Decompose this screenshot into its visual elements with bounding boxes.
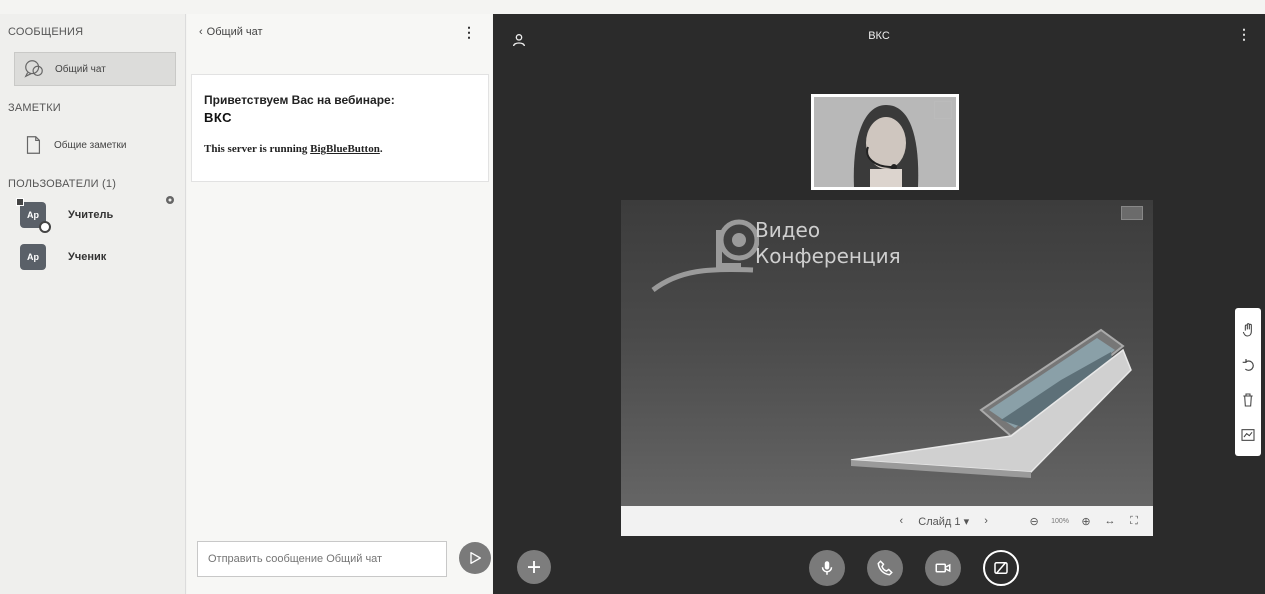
presentation-toolbar: ‹ Слайд 1 ▾ › ⊖ 100% ⊕ ↔ ⛶ — [621, 506, 1153, 536]
media-controls — [809, 550, 1019, 586]
presentation-slide: Видео Конференция ‹ Слайд 1 ▾ › ⊖ 100% ⊕… — [621, 200, 1153, 536]
left-sidebar: СООБЩЕНИЯ Общий чат ЗАМЕТКИ Общие заметк… — [0, 14, 186, 594]
next-slide-icon[interactable]: › — [979, 515, 993, 527]
actions-plus-button[interactable] — [517, 550, 551, 584]
notes-section-title: ЗАМЕТКИ — [8, 102, 61, 114]
options-menu-icon[interactable]: ⋮ — [1237, 26, 1251, 43]
chevron-left-icon: ‹ — [199, 26, 203, 38]
sidebar-item-label: Общий чат — [55, 63, 106, 75]
send-button[interactable] — [459, 542, 491, 574]
sidebar-item-shared-notes[interactable]: Общие заметки — [14, 128, 176, 162]
trash-icon[interactable] — [1240, 392, 1256, 408]
user-list-item[interactable]: Ар Учитель — [16, 198, 114, 233]
user-name: Учитель — [68, 209, 114, 221]
whiteboard-toolbar — [1235, 308, 1261, 456]
chat-back-button[interactable]: ‹ Общий чат — [199, 26, 263, 38]
sidebar-item-public-chat[interactable]: Общий чат — [14, 52, 176, 86]
send-icon — [470, 552, 481, 564]
welcome-server-info: This server is running BigBlueButton. — [204, 143, 476, 155]
screenshare-button[interactable] — [983, 550, 1019, 586]
user-name: Ученик — [68, 251, 107, 263]
welcome-message: Приветствуем Вас на вебинаре: ВКС This s… — [191, 74, 489, 182]
user-list-item[interactable]: Ар Ученик — [20, 242, 106, 272]
meeting-title: ВКС — [868, 30, 890, 42]
chat-message-input[interactable] — [197, 541, 447, 577]
fullscreen-icon[interactable]: ⛶ — [1127, 515, 1141, 528]
phone-icon — [877, 560, 893, 576]
slide-selector-label: Слайд 1 — [918, 515, 961, 528]
laptop-image — [850, 328, 1132, 478]
chat-header: ‹ Общий чат ⋮ — [187, 14, 492, 54]
whiteboard-icon[interactable] — [1240, 427, 1256, 443]
plus-icon — [528, 561, 540, 573]
previous-slide-icon[interactable]: ‹ — [894, 515, 908, 527]
slide-options-button[interactable] — [1121, 206, 1143, 220]
avatar: Ар — [16, 198, 51, 233]
messages-section-title: СООБЩЕНИЯ — [8, 26, 84, 38]
phone-button[interactable] — [867, 550, 903, 586]
server-info-period: . — [379, 143, 383, 155]
microphone-button[interactable] — [809, 550, 845, 586]
slide-selector[interactable]: Слайд 1 ▾ — [918, 515, 969, 528]
camera-icon — [935, 563, 951, 573]
zoom-out-icon[interactable]: ⊖ — [1027, 515, 1041, 528]
hand-icon[interactable] — [1240, 322, 1256, 338]
notes-icon — [26, 136, 41, 154]
avatar-initials: Ар — [27, 252, 39, 262]
chat-title: Общий чат — [206, 26, 263, 38]
fullscreen-icon[interactable] — [934, 101, 952, 119]
webcam-video[interactable] — [811, 94, 959, 190]
camera-button[interactable] — [925, 550, 961, 586]
bigbluebutton-link[interactable]: BigBlueButton — [310, 143, 380, 155]
videoconference-logo-icon — [651, 219, 759, 292]
server-info-text: This server is running — [204, 143, 311, 155]
main-stage: ВКС ⋮ Видео Конференция ‹ Слайд 1 ▾ › ⊖ … — [493, 14, 1265, 594]
avatar: Ар — [20, 244, 46, 270]
sidebar-item-label: Общие заметки — [54, 139, 127, 151]
fit-width-icon[interactable]: ↔ — [1103, 515, 1117, 527]
webcam-feed — [814, 97, 956, 187]
chat-icon — [24, 60, 43, 78]
gear-icon[interactable] — [164, 194, 176, 206]
chat-panel: ‹ Общий чат ⋮ Приветствуем Вас на вебина… — [187, 14, 492, 594]
slide-title-line1: Видео — [755, 218, 821, 242]
zoom-level: 100% — [1051, 517, 1069, 525]
moderator-badge — [16, 198, 24, 206]
welcome-heading: Приветствуем Вас на вебинаре: — [204, 93, 395, 107]
screenshare-off-icon — [994, 562, 1008, 574]
welcome-meeting-name: ВКС — [204, 110, 233, 125]
avatar-initials: Ар — [27, 210, 39, 220]
zoom-in-icon[interactable]: ⊕ — [1079, 515, 1093, 528]
microphone-icon — [821, 561, 833, 575]
undo-icon[interactable] — [1240, 357, 1256, 373]
presenter-icon — [39, 221, 51, 233]
chat-options-icon[interactable]: ⋮ — [462, 24, 476, 41]
users-section-title: ПОЛЬЗОВАТЕЛИ (1) — [8, 178, 117, 190]
